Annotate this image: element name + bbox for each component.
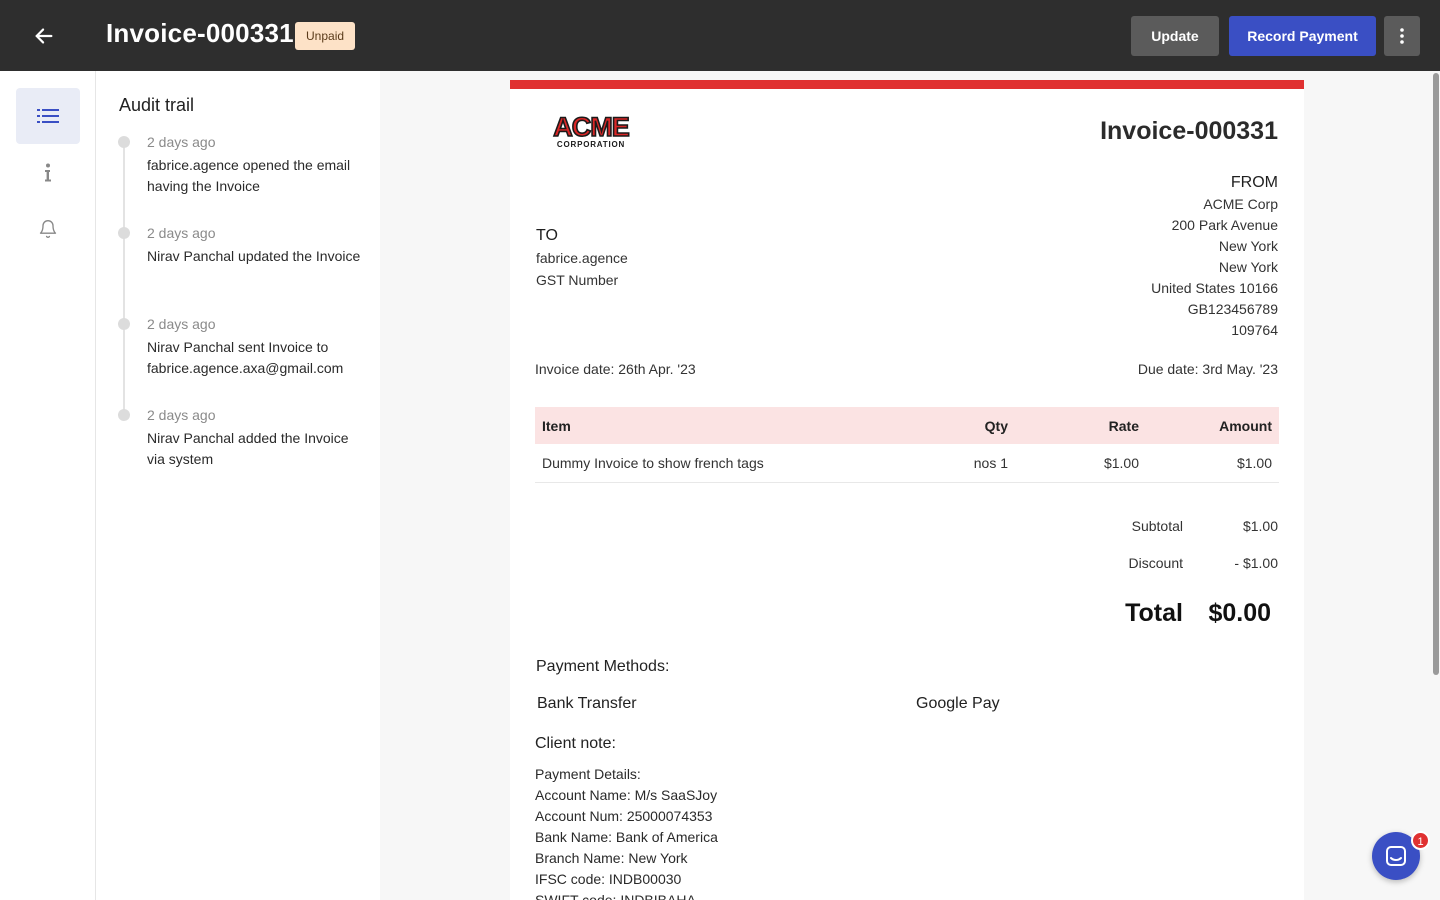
client-note-line: Account Name: M/s SaaSJoy: [535, 787, 718, 803]
arrow-left-icon: [35, 28, 53, 44]
invoice-number: Invoice-000331: [1100, 117, 1278, 145]
from-address: FROM ACME Corp 200 Park Avenue New York …: [1151, 172, 1278, 341]
cell-rate: $1.00: [1015, 444, 1146, 483]
timeline-text: Nirav Panchal updated the Invoice: [147, 248, 361, 264]
from-line: 200 Park Avenue: [1171, 217, 1278, 233]
client-note-line: Payment Details:: [535, 766, 641, 782]
more-vertical-icon: [1400, 28, 1404, 44]
company-logo: ACME CORPORATION: [546, 110, 636, 155]
timeline-text: fabrice.agence opened the email having t…: [147, 157, 351, 194]
chat-unread-badge: 1: [1411, 831, 1430, 850]
status-badge: Unpaid: [295, 22, 356, 50]
timeline-text: Nirav Panchal sent Invoice to fabrice.ag…: [147, 339, 344, 376]
column-header-qty: Qty: [984, 417, 1008, 434]
timeline-time: 2 days ago: [147, 225, 216, 241]
column-header-item: Item: [542, 417, 571, 434]
to-line: fabrice.agence: [536, 250, 628, 266]
record-payment-button[interactable]: Record Payment: [1229, 16, 1376, 56]
client-note-line: Branch Name: New York: [535, 850, 688, 866]
from-line: New York: [1218, 238, 1278, 254]
table-row: Dummy Invoice to show french tags nos 1 …: [535, 444, 1279, 483]
discount-label: Discount: [1128, 555, 1183, 571]
top-bar: Invoice-000331 Unpaid Update Record Paym…: [0, 0, 1440, 71]
client-note-line: IFSC code: INDB00030: [535, 871, 682, 887]
timeline-text: Nirav Panchal added the Invoice via syst…: [147, 430, 349, 467]
logo-text: ACME: [553, 112, 629, 142]
payment-methods-title: Payment Methods:: [536, 658, 670, 675]
cell-amount: $1.00: [1146, 444, 1279, 483]
timeline-line: [123, 141, 125, 413]
update-button[interactable]: Update: [1131, 16, 1219, 56]
column-header-amount: Amount: [1219, 417, 1272, 434]
scrollbar-thumb[interactable]: [1433, 73, 1439, 675]
rail-audit-trail[interactable]: [16, 88, 80, 144]
to-line: GST Number: [536, 272, 619, 288]
invoice-document: ACME CORPORATION Invoice-000331 FROM ACM…: [510, 80, 1304, 900]
client-note: Payment Details: Account Name: M/s SaaSJ…: [535, 764, 718, 900]
timeline-dot: [118, 409, 130, 421]
to-heading: TO: [536, 227, 558, 244]
page-scrollbar[interactable]: [1432, 71, 1440, 900]
audit-trail-title: Audit trail: [119, 95, 195, 115]
payment-method-google-pay: Google Pay: [916, 695, 1000, 712]
rail-notifications[interactable]: [16, 201, 80, 257]
side-rail: [0, 71, 96, 900]
back-button[interactable]: [28, 20, 60, 52]
client-note-title: Client note:: [535, 735, 616, 752]
total-value: $0.00: [1208, 599, 1271, 627]
audit-trail-panel: Audit trail 2 days ago fabrice.agence op…: [96, 71, 380, 900]
list-icon: [37, 109, 59, 123]
timeline-time: 2 days ago: [147, 407, 216, 423]
page-title: Invoice-000331: [106, 18, 294, 48]
table-header-row: Item Qty Rate Amount: [535, 407, 1279, 444]
from-line: ACME Corp: [1203, 196, 1278, 212]
timeline-dot: [118, 227, 130, 239]
bell-icon: [39, 220, 57, 238]
info-icon: [45, 163, 51, 182]
cell-qty: nos 1: [935, 444, 1015, 483]
column-header-rate: Rate: [1108, 417, 1139, 434]
timeline-dot: [118, 318, 130, 330]
from-heading: FROM: [1230, 174, 1278, 191]
from-line: 109764: [1231, 322, 1278, 338]
subtotal-label: Subtotal: [1131, 518, 1183, 534]
from-line: United States 10166: [1151, 280, 1278, 296]
more-options-button[interactable]: [1384, 16, 1420, 56]
from-line: GB123456789: [1187, 301, 1278, 317]
chat-icon: [1386, 846, 1406, 866]
invoice-date: Invoice date: 26th Apr. '23: [535, 361, 696, 377]
logo-subtext: CORPORATION: [557, 140, 625, 149]
client-note-line: SWIFT code: INDBIBAHA: [535, 892, 696, 900]
invoice-accent-bar: [510, 80, 1304, 89]
client-note-line: Account Num: 25000074353: [535, 808, 713, 824]
from-line: New York: [1218, 259, 1278, 275]
timeline-time: 2 days ago: [147, 316, 216, 332]
to-address: TO fabrice.agence GST Number: [536, 225, 628, 291]
due-date: Due date: 3rd May. '23: [1137, 361, 1278, 377]
subtotal-value: $1.00: [1242, 518, 1278, 534]
payment-method-bank-transfer: Bank Transfer: [537, 695, 637, 712]
total-label: Total: [1125, 599, 1183, 627]
line-items-table: Item Qty Rate Amount Dummy Invoice to sh…: [535, 407, 1279, 483]
cell-item: Dummy Invoice to show french tags: [535, 444, 935, 483]
client-note-line: Bank Name: Bank of America: [535, 829, 718, 845]
timeline-time: 2 days ago: [147, 134, 216, 150]
timeline-dot: [118, 136, 130, 148]
rail-info[interactable]: [16, 145, 80, 201]
discount-value: - $1.00: [1234, 555, 1278, 571]
